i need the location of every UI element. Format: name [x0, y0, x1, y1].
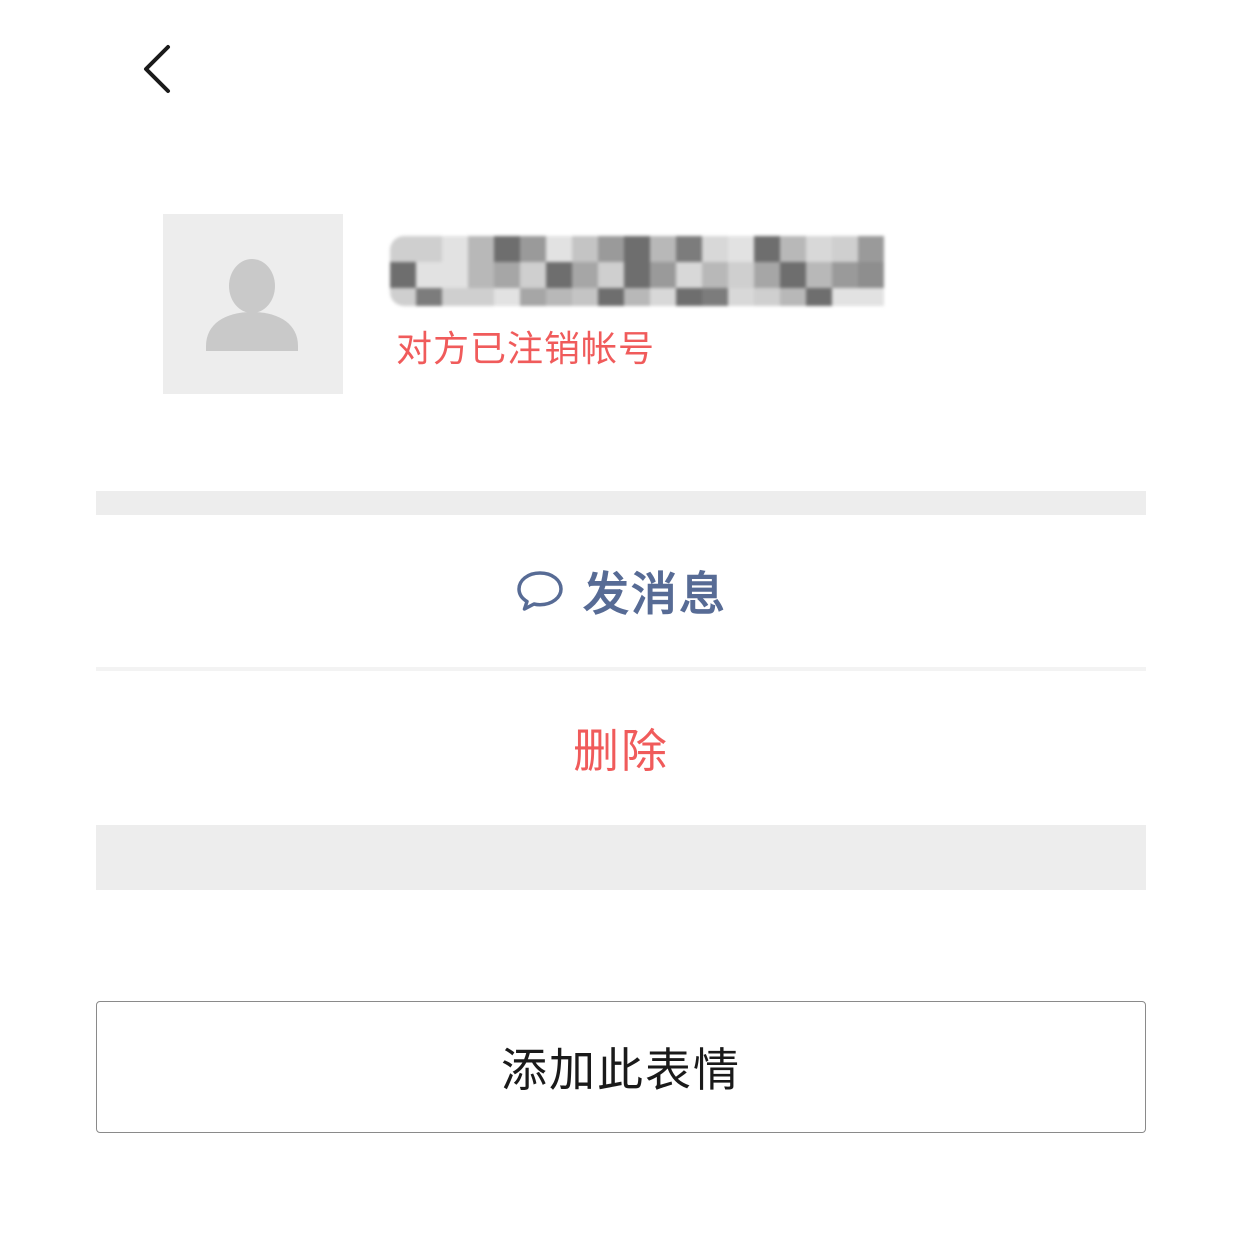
- mosaic-tile: [494, 288, 520, 306]
- mosaic-tile: [416, 236, 442, 262]
- send-message-button[interactable]: 发消息: [96, 515, 1146, 667]
- mosaic-tile: [754, 236, 780, 262]
- mosaic-tile: [598, 262, 624, 288]
- send-message-label: 发消息: [583, 567, 727, 621]
- mosaic-tile: [390, 236, 416, 262]
- mosaic-tile: [572, 262, 598, 288]
- mosaic-tile: [416, 262, 442, 288]
- mosaic-tile: [676, 236, 702, 262]
- mosaic-tile: [390, 288, 416, 306]
- mosaic-tile: [702, 236, 728, 262]
- mosaic-tile: [520, 288, 546, 306]
- add-sticker-label: 添加此表情: [501, 1043, 741, 1097]
- mosaic-tile: [546, 236, 572, 262]
- mosaic-tile: [442, 288, 468, 306]
- mosaic-tile: [494, 262, 520, 288]
- mosaic-tile: [780, 236, 806, 262]
- mosaic-tile: [676, 262, 702, 288]
- mosaic-tile: [520, 236, 546, 262]
- mosaic-tile: [442, 262, 468, 288]
- mosaic-tile: [780, 262, 806, 288]
- mosaic-tile: [624, 288, 650, 306]
- mosaic-tile: [858, 236, 884, 262]
- section-separator: [96, 825, 1146, 890]
- section-separator: [96, 491, 1146, 515]
- mosaic-tile: [520, 262, 546, 288]
- mosaic-tile: [806, 288, 832, 306]
- mosaic-tile: [806, 236, 832, 262]
- redacted-nickname: [390, 236, 900, 306]
- mosaic-tile: [702, 262, 728, 288]
- mosaic-tile: [832, 288, 858, 306]
- delete-label: 删除: [573, 724, 669, 778]
- mosaic-tile: [546, 288, 572, 306]
- mosaic-tile: [832, 262, 858, 288]
- mosaic-tile: [858, 262, 884, 288]
- mosaic-tile: [390, 262, 416, 288]
- mosaic-tile: [780, 288, 806, 306]
- mosaic-tile: [416, 288, 442, 306]
- avatar[interactable]: [163, 214, 343, 394]
- account-deleted-status: 对方已注销帐号: [396, 329, 656, 370]
- mosaic-tile: [728, 262, 754, 288]
- mosaic-tile: [754, 288, 780, 306]
- back-button[interactable]: [126, 36, 190, 106]
- mosaic-tile: [728, 236, 754, 262]
- chat-bubble-icon: [515, 569, 565, 613]
- mosaic-tile: [728, 288, 754, 306]
- mosaic-tile: [442, 236, 468, 262]
- add-sticker-button[interactable]: 添加此表情: [96, 1001, 1146, 1133]
- mosaic-tile: [572, 288, 598, 306]
- mosaic-tile: [676, 288, 702, 306]
- mosaic-tile: [468, 288, 494, 306]
- chevron-left-icon: [138, 41, 178, 101]
- mosaic-tile: [468, 236, 494, 262]
- mosaic-tile: [858, 288, 884, 306]
- mosaic-tile: [598, 288, 624, 306]
- mosaic-tile: [572, 236, 598, 262]
- mosaic-tile: [832, 236, 858, 262]
- mosaic-tile: [494, 236, 520, 262]
- delete-button[interactable]: 删除: [96, 671, 1146, 825]
- mosaic-tile: [806, 262, 832, 288]
- mosaic-tile: [598, 236, 624, 262]
- mosaic-tile: [702, 288, 728, 306]
- mosaic-tile: [468, 262, 494, 288]
- mosaic-tile: [650, 262, 676, 288]
- mosaic-tile: [754, 262, 780, 288]
- mosaic-tile: [624, 236, 650, 262]
- default-user-avatar-icon: [206, 259, 298, 351]
- mosaic-tile: [650, 236, 676, 262]
- mosaic-tile: [546, 262, 572, 288]
- mosaic-tile: [624, 262, 650, 288]
- mosaic-tile: [650, 288, 676, 306]
